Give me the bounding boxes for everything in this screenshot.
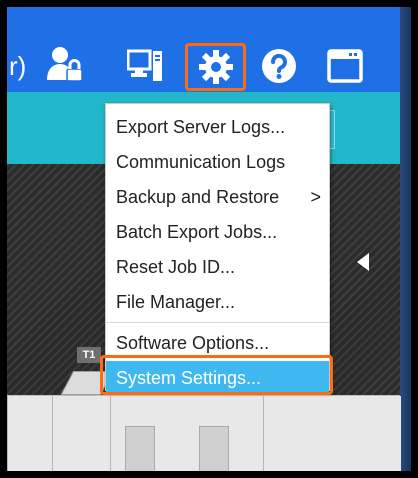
printer-illustration	[7, 395, 401, 471]
menu-item-reset-job-id[interactable]: Reset Job ID...	[106, 250, 329, 284]
system-settings-highlight	[100, 355, 333, 395]
collapse-arrow-icon[interactable]	[357, 253, 369, 271]
menu-item-communication-logs[interactable]: Communication Logs	[106, 145, 329, 179]
menu-item-label: File Manager...	[116, 292, 236, 312]
settings-button[interactable]	[185, 43, 246, 91]
printer-door	[199, 426, 229, 471]
menu-item-label: Backup and Restore	[116, 187, 280, 207]
toolbar-partial-text: r)	[9, 51, 27, 81]
gear-icon	[199, 50, 233, 84]
menu-item-file-manager[interactable]: File Manager...	[106, 285, 329, 319]
menu-item-backup-and-restore[interactable]: Backup and Restore >	[106, 180, 329, 214]
scrollbar[interactable]	[400, 7, 411, 471]
user-lock-icon[interactable]	[46, 46, 84, 84]
chevron-right-icon: >	[310, 187, 321, 207]
menu-separator	[106, 322, 329, 323]
tray-label: T1	[77, 347, 101, 363]
menu-item-label: Communication Logs	[116, 152, 286, 172]
printer-panel	[7, 396, 53, 471]
menu-item-label: Export Server Logs...	[116, 117, 286, 137]
computer-tower-icon[interactable]	[127, 49, 163, 83]
menu-item-label: Batch Export Jobs...	[116, 222, 278, 242]
menu-item-label: Software Options...	[116, 333, 270, 353]
help-icon[interactable]	[261, 48, 297, 84]
menu-item-batch-export-jobs[interactable]: Batch Export Jobs...	[106, 215, 329, 249]
menu-item-label: Reset Job ID...	[116, 257, 236, 277]
app-window: r) T1 Export Server Logs... Communicatio…	[7, 7, 411, 471]
printer-panel	[52, 396, 111, 471]
printer-door	[125, 426, 155, 471]
settings-menu: Export Server Logs... Communication Logs…	[105, 103, 330, 395]
menu-item-export-server-logs[interactable]: Export Server Logs...	[106, 110, 329, 144]
printer-panel	[263, 396, 401, 471]
window-icon[interactable]	[327, 49, 363, 83]
